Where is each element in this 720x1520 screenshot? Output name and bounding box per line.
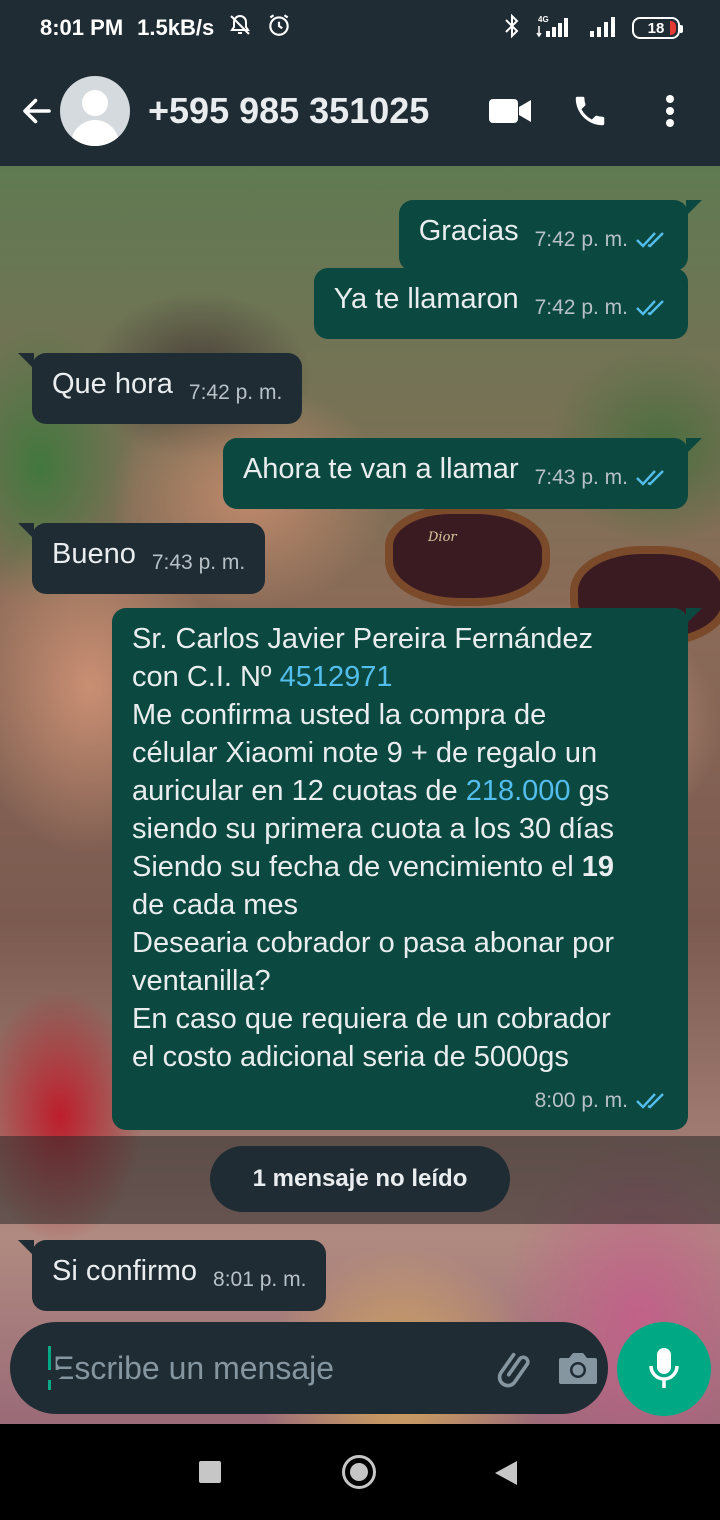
system-nav-bar: [0, 1424, 720, 1520]
wallpaper-photo: [385, 506, 550, 606]
message-outgoing-long[interactable]: Sr. Carlos Javier Pereira Fernández con …: [112, 608, 688, 1130]
message-incoming[interactable]: Bueno 7:43 p. m.: [32, 523, 266, 594]
read-ticks-icon: [636, 232, 664, 248]
attach-icon[interactable]: [493, 1340, 537, 1396]
recents-icon[interactable]: [199, 1461, 221, 1483]
alarm-icon: [266, 12, 292, 44]
message-time: 7:43 p. m.: [151, 551, 246, 574]
mic-icon[interactable]: [617, 1322, 711, 1416]
message-outgoing[interactable]: Ya te llamaron 7:42 p. m.: [313, 268, 688, 339]
message-line: con C.I. Nº: [132, 661, 280, 693]
message-line: Me confirma usted la compra de: [132, 699, 547, 731]
phone-icon[interactable]: [560, 81, 620, 141]
back-icon[interactable]: [495, 1461, 517, 1485]
message-line: Desearia cobrador o pasa abonar por: [132, 927, 615, 959]
battery-icon: 18: [632, 17, 683, 39]
home-icon[interactable]: [342, 1455, 376, 1489]
bluetooth-icon: [502, 13, 522, 44]
camera-icon[interactable]: [557, 1340, 599, 1396]
message-line: Sr. Carlos Javier Pereira Fernández: [132, 623, 593, 655]
amount-link[interactable]: 218.000: [466, 775, 571, 807]
default-avatar-icon[interactable]: [60, 76, 130, 146]
message-time: 7:42 p. m.: [534, 228, 628, 251]
message-input[interactable]: [48, 1346, 473, 1390]
status-speed: 1.5kB/s: [137, 15, 215, 40]
due-day: 19: [581, 851, 615, 883]
back-arrow-icon[interactable]: [12, 81, 62, 141]
unread-badge: 1 mensaje no leído: [210, 1146, 510, 1212]
compose-bar: [10, 1322, 608, 1414]
read-ticks-icon: [636, 300, 664, 316]
status-time: 8:01 PM: [40, 15, 124, 40]
read-ticks-icon: [636, 1093, 664, 1109]
message-line: el costo adicional seria de 5000gs: [132, 1041, 569, 1073]
message-line: ventanilla?: [132, 965, 271, 997]
message-text: Ya te llamaron: [333, 283, 519, 315]
message-line: En caso que requiera de un cobrador: [132, 1003, 611, 1035]
message-line: célular Xiaomi note 9 + de regalo un: [132, 737, 598, 769]
message-time: 8:00 p. m.: [534, 1089, 628, 1112]
message-line: de cada mes: [132, 889, 299, 921]
chat-area[interactable]: Dior Gracias 7:42 p. m. Ya te llamaron 7:4…: [0, 166, 720, 1424]
message-outgoing[interactable]: Gracias 7:42 p. m.: [398, 200, 688, 271]
battery-level: 18: [647, 19, 665, 37]
message-line: Siendo su fecha de vencimiento el: [132, 851, 582, 883]
message-time: 7:43 p. m.: [534, 466, 628, 489]
message-text: Gracias: [418, 215, 519, 247]
contact-name[interactable]: +595 985 351025: [148, 90, 480, 132]
message-time: 8:01 p. m.: [213, 1268, 307, 1291]
message-text: Que hora: [52, 368, 173, 400]
message-time: 7:42 p. m.: [534, 296, 628, 319]
message-time: 7:42 p. m.: [188, 381, 283, 404]
chat-header: +595 985 351025: [0, 56, 720, 166]
message-incoming[interactable]: Que hora 7:42 p. m.: [32, 353, 303, 424]
message-line: gs: [570, 775, 610, 807]
status-bar: 8:01 PM 1.5kB/s 4G 18: [0, 0, 720, 56]
message-outgoing[interactable]: Ahora te van a llamar 7:43 p. m.: [222, 438, 688, 509]
signal-icon: [588, 14, 618, 43]
ci-number-link[interactable]: 4512971: [280, 661, 393, 693]
message-text: Bueno: [52, 538, 136, 570]
signal-4g-icon: 4G: [536, 13, 574, 44]
bell-off-icon: [228, 13, 252, 43]
message-text: Ahora te van a llamar: [242, 453, 519, 485]
wallpaper-logo: Dior: [428, 530, 457, 545]
message-line: auricular en 12 cuotas de: [132, 775, 466, 807]
message-text: Si confirmo: [52, 1255, 198, 1287]
video-call-icon[interactable]: [480, 81, 540, 141]
read-ticks-icon: [636, 470, 664, 486]
more-vert-icon[interactable]: [640, 81, 700, 141]
svg-text:4G: 4G: [538, 15, 549, 24]
message-incoming[interactable]: Si confirmo 8:01 p. m.: [32, 1240, 327, 1311]
message-line: siendo su primera cuota a los 30 días: [132, 813, 614, 845]
